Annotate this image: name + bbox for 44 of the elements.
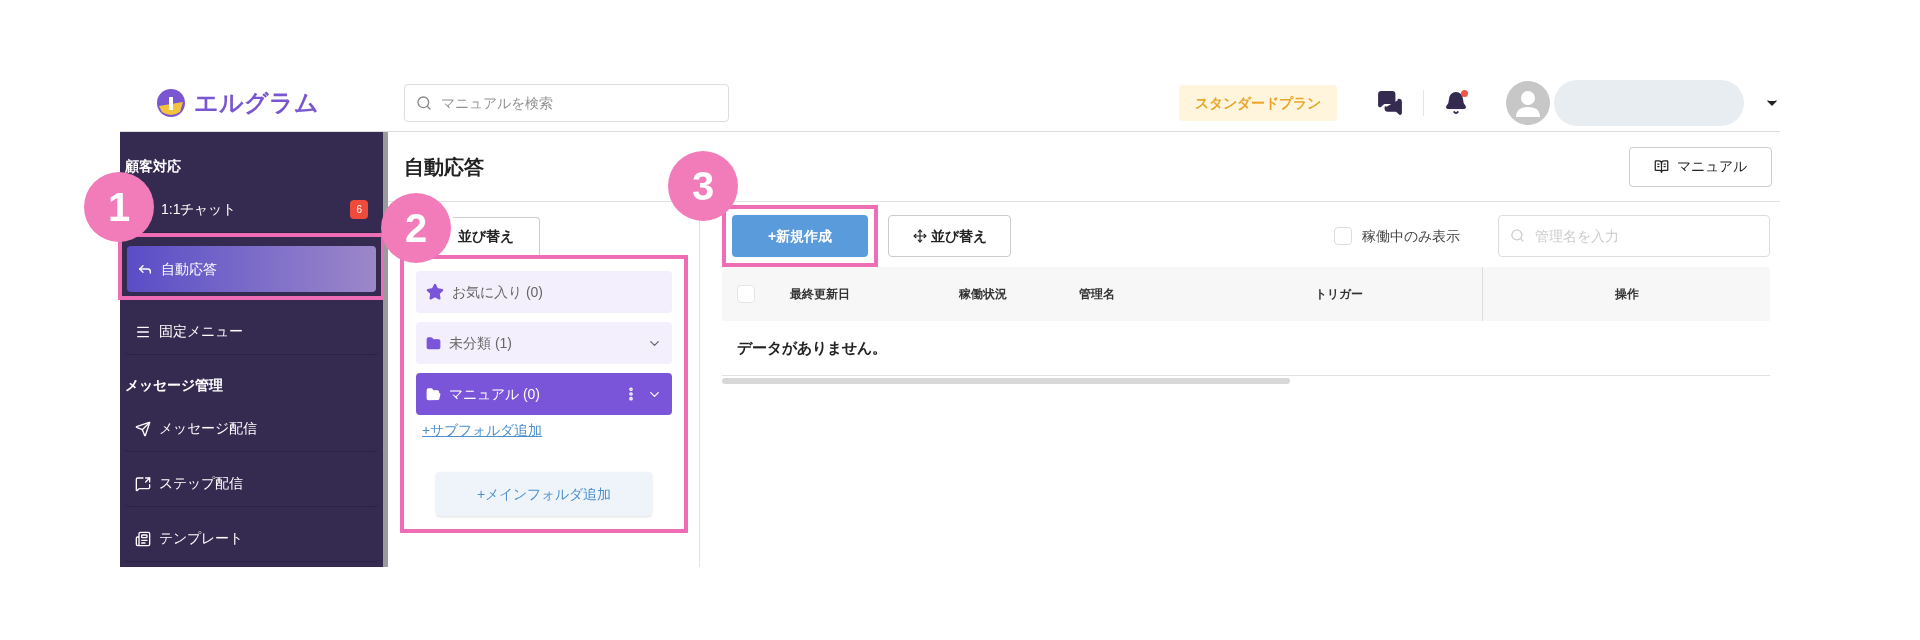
sidebar-item[interactable]: ステップ配信 (125, 461, 378, 507)
column-header: 操作 (1614, 287, 1639, 301)
chat-icon[interactable] (1377, 90, 1403, 116)
sidebar-section-title: メッセージ管理 (124, 376, 224, 395)
plan-badge: スタンダードプラン (1179, 85, 1337, 121)
sort-button[interactable]: 並び替え (453, 217, 540, 255)
sidebar-item[interactable]: 自動応答 (127, 246, 376, 292)
bell-icon[interactable] (1444, 91, 1468, 115)
folder-item[interactable]: お気に入り (0) (416, 271, 672, 313)
column-header: 最終更新日 (790, 287, 850, 301)
template-icon (135, 530, 151, 547)
sidebar-item[interactable]: メッセージ配信 (125, 406, 378, 452)
sidebar-item[interactable]: 1:1チャット (161, 199, 351, 220)
select-all-checkbox[interactable] (737, 285, 755, 303)
folder-item[interactable]: マニュアル (0) (416, 373, 672, 415)
logo-text: エルグラム (194, 88, 319, 118)
sort-button[interactable]: 並び替え (888, 215, 1011, 257)
column-header: 稼働状況 (959, 287, 1007, 301)
sidebar-item[interactable]: 固定メニュー (125, 309, 378, 355)
empty-message: データがありません。 (737, 337, 887, 358)
unread-badge: 6 (350, 200, 368, 219)
folder-icon (426, 335, 441, 351)
step-number-badge: 3 (668, 151, 738, 221)
manual-button[interactable]: マニュアル (1629, 146, 1772, 187)
sidebar-item[interactable]: テンプレート (125, 516, 378, 562)
scrollbar[interactable] (722, 378, 1290, 384)
filter-checkbox[interactable] (1334, 227, 1352, 245)
step-number-badge: 2 (381, 193, 451, 263)
star-icon (426, 283, 444, 301)
send-icon (135, 420, 151, 437)
folder-icon (426, 386, 441, 402)
page-title: 自動応答 (404, 154, 485, 180)
add-subfolder-link[interactable]: +サブフォルダ追加 (416, 420, 672, 441)
search-field[interactable]: マニュアルを検索 (404, 84, 729, 122)
filter-label: 稼働中のみ表示 (1362, 226, 1460, 246)
book-icon (1654, 159, 1669, 174)
column-header: 管理名 (1079, 287, 1115, 301)
search-icon (416, 95, 432, 111)
search-icon (1510, 228, 1525, 243)
move-icon (912, 229, 927, 243)
folder-item[interactable]: 未分類 (1) (416, 322, 672, 364)
logo-icon (156, 88, 186, 118)
message-arrow-icon (135, 475, 151, 492)
column-header: トリガー (1315, 286, 1363, 303)
